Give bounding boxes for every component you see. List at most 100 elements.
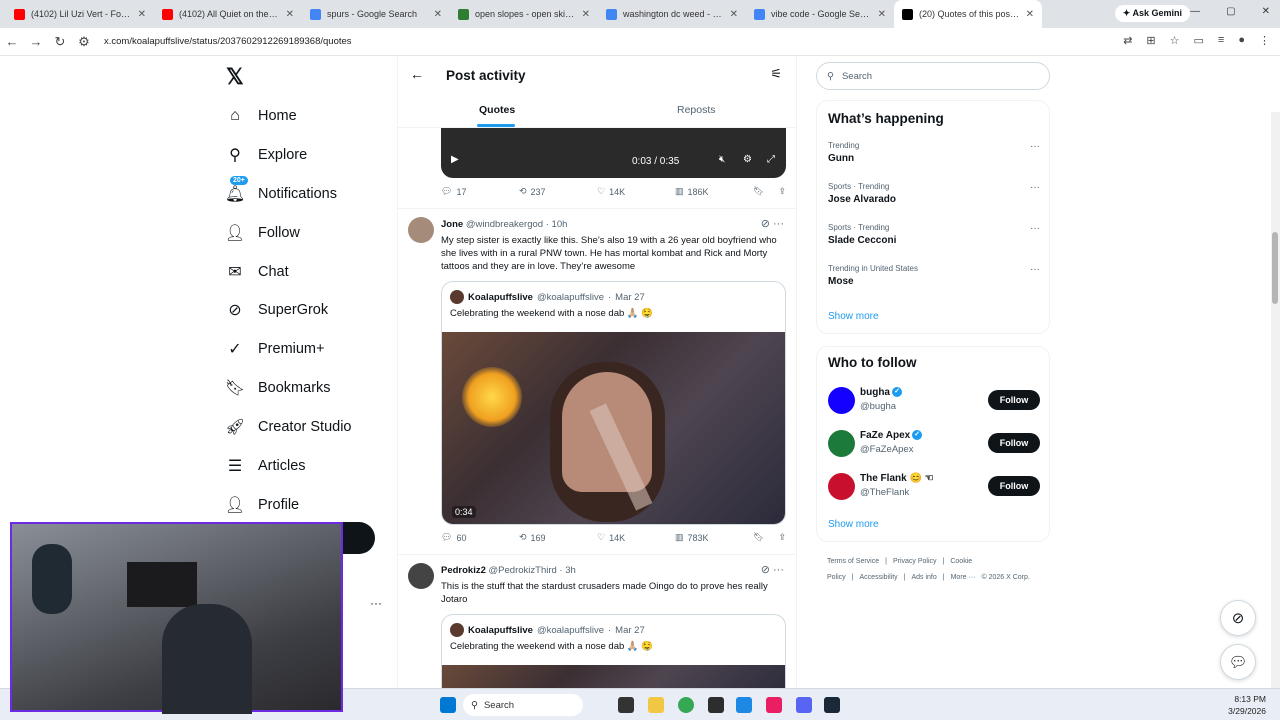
file-explorer-icon[interactable] xyxy=(648,697,664,713)
repost-button[interactable]: ⟲ 169 xyxy=(519,532,597,543)
tab-close-icon[interactable]: ✕ xyxy=(582,9,590,20)
show-more-link[interactable]: Show more xyxy=(828,311,879,322)
play-icon[interactable]: ▶ xyxy=(451,154,459,165)
more-icon[interactable]: ··· xyxy=(1030,182,1040,193)
nav-item-follow[interactable]: 👤︎ Follow xyxy=(225,221,300,245)
quote-post[interactable]: Pedrokiz2 @PedrokizThird · 3h ⊘ ··· This… xyxy=(398,554,796,688)
follow-button[interactable]: Follow xyxy=(988,390,1040,410)
tab-close-icon[interactable]: ✕ xyxy=(434,9,442,20)
scrollbar[interactable] xyxy=(1271,112,1280,688)
more-icon[interactable]: ··· xyxy=(1030,264,1040,275)
quoted-post[interactable]: Koalapuffslive @koalapuffslive · Mar 27 … xyxy=(441,281,786,525)
show-more-link[interactable]: Show more xyxy=(828,519,879,530)
bookmark-icon[interactable]: 🔖︎ xyxy=(753,186,764,197)
avatar[interactable] xyxy=(408,217,434,243)
tab-close-icon[interactable]: ✕ xyxy=(286,9,294,20)
post-time[interactable]: 3h xyxy=(565,565,576,576)
views-button[interactable]: ▥ 186K xyxy=(675,186,753,197)
nav-item-chat[interactable]: ✉ Chat xyxy=(226,260,288,284)
more-icon[interactable]: ⊘ ··· xyxy=(761,563,784,576)
taskbar-search[interactable]: ⚲ Search xyxy=(463,694,583,716)
browser-tab[interactable]: vibe code - Google Search ✕ xyxy=(746,0,894,28)
search-input[interactable]: ⚲ Search xyxy=(816,62,1050,90)
tab-close-icon[interactable]: ✕ xyxy=(138,9,146,20)
account-more-icon[interactable]: ··· xyxy=(370,596,382,610)
trend-item[interactable]: Sports · Trending Jose Alvarado ··· xyxy=(828,182,1040,205)
tab-quotes[interactable]: Quotes xyxy=(479,104,515,116)
video-player[interactable]: ▶ 0:03 / 0:35 🔇︎ ⚙ ⤢ xyxy=(441,128,786,178)
translate-icon[interactable]: ⇄ xyxy=(1123,34,1132,47)
scrollbar-thumb[interactable] xyxy=(1272,232,1278,304)
reload-icon[interactable]: ↻ xyxy=(48,34,72,50)
nav-item-bookmarks[interactable]: 🔖︎ Bookmarks xyxy=(225,376,331,400)
nav-item-creator-studio[interactable]: 🚀︎ Creator Studio xyxy=(225,415,352,439)
windows-start-icon[interactable] xyxy=(440,697,456,713)
more-icon[interactable]: ··· xyxy=(1030,223,1040,234)
author-name[interactable]: Pedrokiz2 xyxy=(441,565,486,576)
minimize-icon[interactable]: — xyxy=(1190,6,1200,17)
avatar[interactable] xyxy=(828,430,855,457)
trend-item[interactable]: Sports · Trending Slade Cecconi ··· xyxy=(828,223,1040,246)
nav-item-premium-[interactable]: ✓ Premium+ xyxy=(226,337,324,361)
browser-tab[interactable]: washington dc weed - Goog ✕ xyxy=(598,0,746,28)
trend-item[interactable]: Trending Gunn ··· xyxy=(828,141,1040,164)
nav-item-explore[interactable]: ⚲ Explore xyxy=(226,143,307,167)
tab-close-icon[interactable]: ✕ xyxy=(730,9,738,20)
ask-gemini-button[interactable]: ✦ Ask Gemini xyxy=(1114,5,1190,22)
trend-item[interactable]: Trending in United States Mose ··· xyxy=(828,264,1040,287)
avatar[interactable] xyxy=(408,563,434,589)
quote-post[interactable]: Jone @windbreakergod · 10h ⊘ ··· My step… xyxy=(398,208,796,550)
browser-tab[interactable]: (4102) Lil Uzi Vert - For F ✕ xyxy=(6,0,154,28)
quoted-video[interactable]: 0:34 xyxy=(442,332,785,524)
filter-icon[interactable]: ⚟ xyxy=(770,66,782,82)
avatar[interactable] xyxy=(828,387,855,414)
x-logo-icon[interactable]: 𝕏 xyxy=(226,64,244,90)
fullscreen-icon[interactable]: ⤢ xyxy=(767,154,775,165)
follow-suggestion[interactable]: The Flank 😊 ☜ @TheFlank Follow xyxy=(828,471,1040,501)
bookmark-icon[interactable]: 🔖︎ xyxy=(753,532,764,543)
tab-close-icon[interactable]: ✕ xyxy=(1026,9,1034,20)
app-icon[interactable] xyxy=(708,697,724,713)
footer-link[interactable]: © 2026 X Corp. xyxy=(981,574,1029,581)
back-icon[interactable]: ← xyxy=(0,34,24,49)
like-button[interactable]: ♡ 14K xyxy=(597,532,675,543)
grok-fab-icon[interactable]: ⊘ xyxy=(1220,600,1256,636)
app-icon[interactable] xyxy=(736,697,752,713)
tab-reposts[interactable]: Reposts xyxy=(677,104,716,116)
share-icon[interactable]: ⇪ xyxy=(778,532,786,543)
browser-tab[interactable]: spurs - Google Search ✕ xyxy=(302,0,450,28)
discord-icon[interactable] xyxy=(796,697,812,713)
system-clock[interactable]: 8:13 PM 3/29/2026 xyxy=(1228,693,1266,717)
steam-icon[interactable] xyxy=(824,697,840,713)
nav-item-notifications[interactable]: 🔔︎ 20+ Notifications xyxy=(225,176,337,206)
more-icon[interactable]: ⊘ ··· xyxy=(761,217,784,230)
quoted-post[interactable]: Koalapuffslive @koalapuffslive · Mar 27 … xyxy=(441,614,786,688)
post-time[interactable]: 10h xyxy=(552,219,568,230)
url-field[interactable]: x.com/koalapuffslive/status/203760291226… xyxy=(104,36,352,47)
follow-button[interactable]: Follow xyxy=(988,433,1040,453)
nav-item-profile[interactable]: 👤︎ Profile xyxy=(225,493,299,517)
footer-link[interactable]: Ads info xyxy=(911,574,936,581)
task-view-icon[interactable] xyxy=(618,697,634,713)
settings-icon[interactable]: ⚙ xyxy=(743,154,752,165)
close-window-icon[interactable]: ✕ xyxy=(1262,6,1270,17)
author-handle[interactable]: @PedrokizThird xyxy=(489,565,557,576)
browser-tab[interactable]: open slopes - open ski slope ✕ xyxy=(450,0,598,28)
split-view-icon[interactable]: ▭ xyxy=(1194,34,1204,47)
share-icon[interactable]: ⇪ xyxy=(778,186,786,197)
author-handle[interactable]: @windbreakergod xyxy=(466,219,543,230)
avatar[interactable] xyxy=(828,473,855,500)
site-info-icon[interactable]: ⚙ xyxy=(72,34,96,50)
tab-close-icon[interactable]: ✕ xyxy=(878,9,886,20)
back-arrow-icon[interactable]: ← xyxy=(410,66,424,82)
messages-fab-icon[interactable]: 💬︎ xyxy=(1220,644,1256,680)
install-icon[interactable]: ⊞ xyxy=(1146,34,1155,47)
maximize-icon[interactable]: ▢ xyxy=(1226,6,1235,17)
mute-icon[interactable]: 🔇︎ xyxy=(719,154,725,165)
follow-button[interactable]: Follow xyxy=(988,476,1040,496)
footer-link[interactable]: More ··· xyxy=(951,574,976,581)
chrome-icon[interactable] xyxy=(678,697,694,713)
footer-link[interactable]: Terms of Service xyxy=(827,558,879,565)
reply-button[interactable]: 💬︎ 17 xyxy=(441,186,519,197)
star-icon[interactable]: ☆ xyxy=(1170,34,1180,47)
